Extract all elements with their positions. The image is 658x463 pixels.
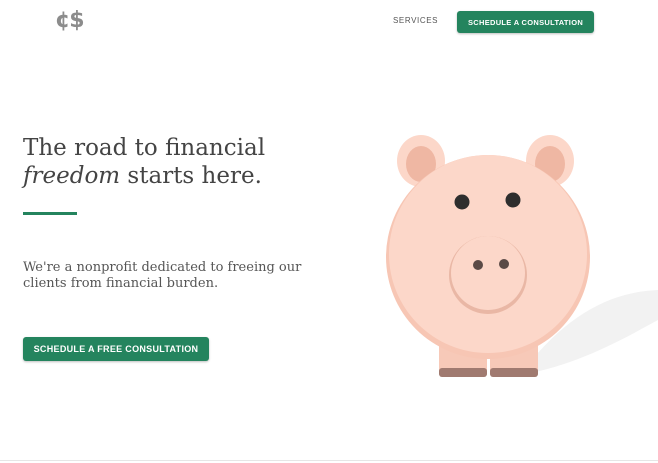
header-schedule-consultation-button[interactable]: SCHEDULE A CONSULTATION — [457, 11, 594, 33]
hero-divider — [23, 212, 77, 215]
piggy-right-nostril — [499, 259, 509, 269]
logo[interactable]: ¢$ — [55, 8, 85, 34]
piggy-left-nostril — [473, 260, 483, 270]
hero-title-rest: starts here. — [120, 163, 262, 189]
hero-description: We're a nonprofit dedicated to freeing o… — [23, 260, 302, 291]
piggy-left-eye — [454, 194, 470, 210]
piggy-right-eye — [505, 192, 521, 208]
piggy-left-foot-hoof — [439, 368, 487, 377]
nav-link-services[interactable]: SERVICES — [393, 15, 438, 27]
hero-title-line1: The road to financial — [23, 135, 266, 161]
piggy-bank-illustration — [386, 135, 658, 377]
hero-title-emphasis: freedom — [23, 163, 121, 189]
bottom-divider — [0, 460, 658, 461]
piggy-right-foot-hoof — [490, 368, 538, 377]
piggy-snout — [451, 236, 525, 310]
schedule-free-consultation-button[interactable]: SCHEDULE A FREE CONSULTATION — [23, 337, 209, 361]
hero-title: The road to financial freedom starts her… — [23, 134, 343, 190]
